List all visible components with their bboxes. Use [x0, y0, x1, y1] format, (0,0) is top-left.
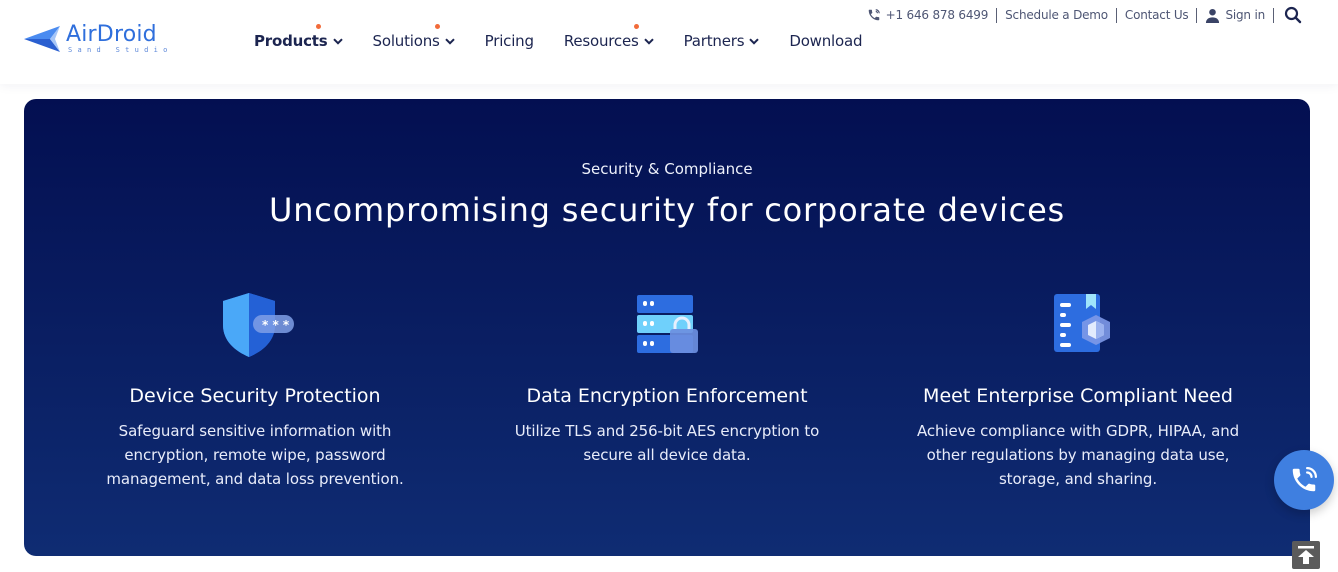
feature-title: Device Security Protection: [129, 385, 381, 407]
security-compliance-section: Security & Compliance Uncompromising sec…: [24, 99, 1310, 556]
feature-description: Safeguard sensitive information with enc…: [106, 422, 404, 488]
nav-item-resources[interactable]: Resources: [563, 24, 654, 50]
new-indicator-dot: [434, 24, 440, 29]
schedule-demo-link[interactable]: Schedule a Demo: [1005, 8, 1108, 22]
sign-in-label: Sign in: [1225, 8, 1265, 22]
back-to-top-button[interactable]: [1292, 541, 1320, 569]
nav-item-partners[interactable]: Partners: [684, 32, 760, 50]
divider: [1196, 7, 1198, 23]
new-indicator-dot: [316, 24, 321, 29]
compliance-document-icon: [1038, 289, 1118, 361]
site-header: AirDroid Sand Studio Products Solutions …: [0, 0, 1338, 84]
new-indicator-dot: [633, 24, 639, 29]
nav-label: Solutions: [372, 32, 440, 50]
phone-icon: [868, 9, 880, 21]
feature-card: Meet Enterprise Compliant Need Achieve c…: [878, 289, 1278, 491]
feature-description: Utilize TLS and 256-bit AES encryption t…: [514, 422, 820, 464]
nav-label: Products: [254, 32, 328, 50]
feature-title: Meet Enterprise Compliant Need: [923, 385, 1233, 407]
back-to-top-icon: [1298, 546, 1314, 564]
divider: [996, 7, 998, 23]
phone-link[interactable]: +1 646 878 6499: [867, 8, 988, 22]
feature-description: Achieve compliance with GDPR, HIPAA, and…: [916, 422, 1240, 488]
nav-label: Resources: [563, 32, 639, 50]
user-icon: [1206, 8, 1220, 23]
svg-text:* * *: * * *: [262, 318, 290, 332]
nav-item-download[interactable]: Download: [789, 32, 862, 50]
section-eyebrow: Security & Compliance: [581, 160, 753, 178]
main-nav: Products Solutions Pricing Resources Par…: [254, 24, 892, 50]
chevron-down-icon: [332, 37, 343, 45]
schedule-demo-label: Schedule a Demo: [1005, 8, 1108, 22]
feature-card: * * * Device Security Protection Safegua…: [55, 289, 455, 491]
brand-name: AirDroid: [66, 22, 157, 47]
chevron-down-icon: [749, 37, 760, 45]
nav-item-products[interactable]: Products: [254, 24, 343, 50]
shield-password-icon: * * *: [215, 289, 295, 361]
divider: [1115, 7, 1117, 23]
section-title: Uncompromising security for corporate de…: [268, 191, 1066, 229]
feature-card: Data Encryption Enforcement Utilize TLS …: [467, 289, 867, 467]
nav-item-pricing[interactable]: Pricing: [485, 32, 534, 50]
server-lock-icon: [627, 289, 707, 361]
contact-us-label: Contact Us: [1124, 8, 1189, 22]
nav-label: Download: [789, 32, 863, 50]
paper-plane-logo-icon: [24, 26, 60, 52]
chevron-down-icon: [643, 37, 654, 45]
brand-logo[interactable]: AirDroid Sand Studio: [24, 22, 167, 58]
phone-call-icon: [1292, 467, 1317, 492]
sign-in-link[interactable]: Sign in: [1205, 8, 1265, 23]
nav-label: Partners: [683, 32, 745, 50]
contact-us-link[interactable]: Contact Us: [1125, 8, 1189, 22]
nav-item-solutions[interactable]: Solutions: [372, 24, 455, 50]
utility-bar: +1 646 878 6499 Schedule a Demo Contact …: [867, 6, 1302, 24]
chevron-down-icon: [444, 37, 455, 45]
call-us-button[interactable]: [1274, 450, 1334, 510]
nav-label: Pricing: [484, 32, 534, 50]
feature-title: Data Encryption Enforcement: [526, 385, 808, 407]
phone-number: +1 646 878 6499: [885, 8, 989, 22]
brand-tagline: Sand Studio: [68, 46, 173, 54]
search-icon[interactable]: [1284, 6, 1302, 24]
divider: [1273, 7, 1274, 23]
